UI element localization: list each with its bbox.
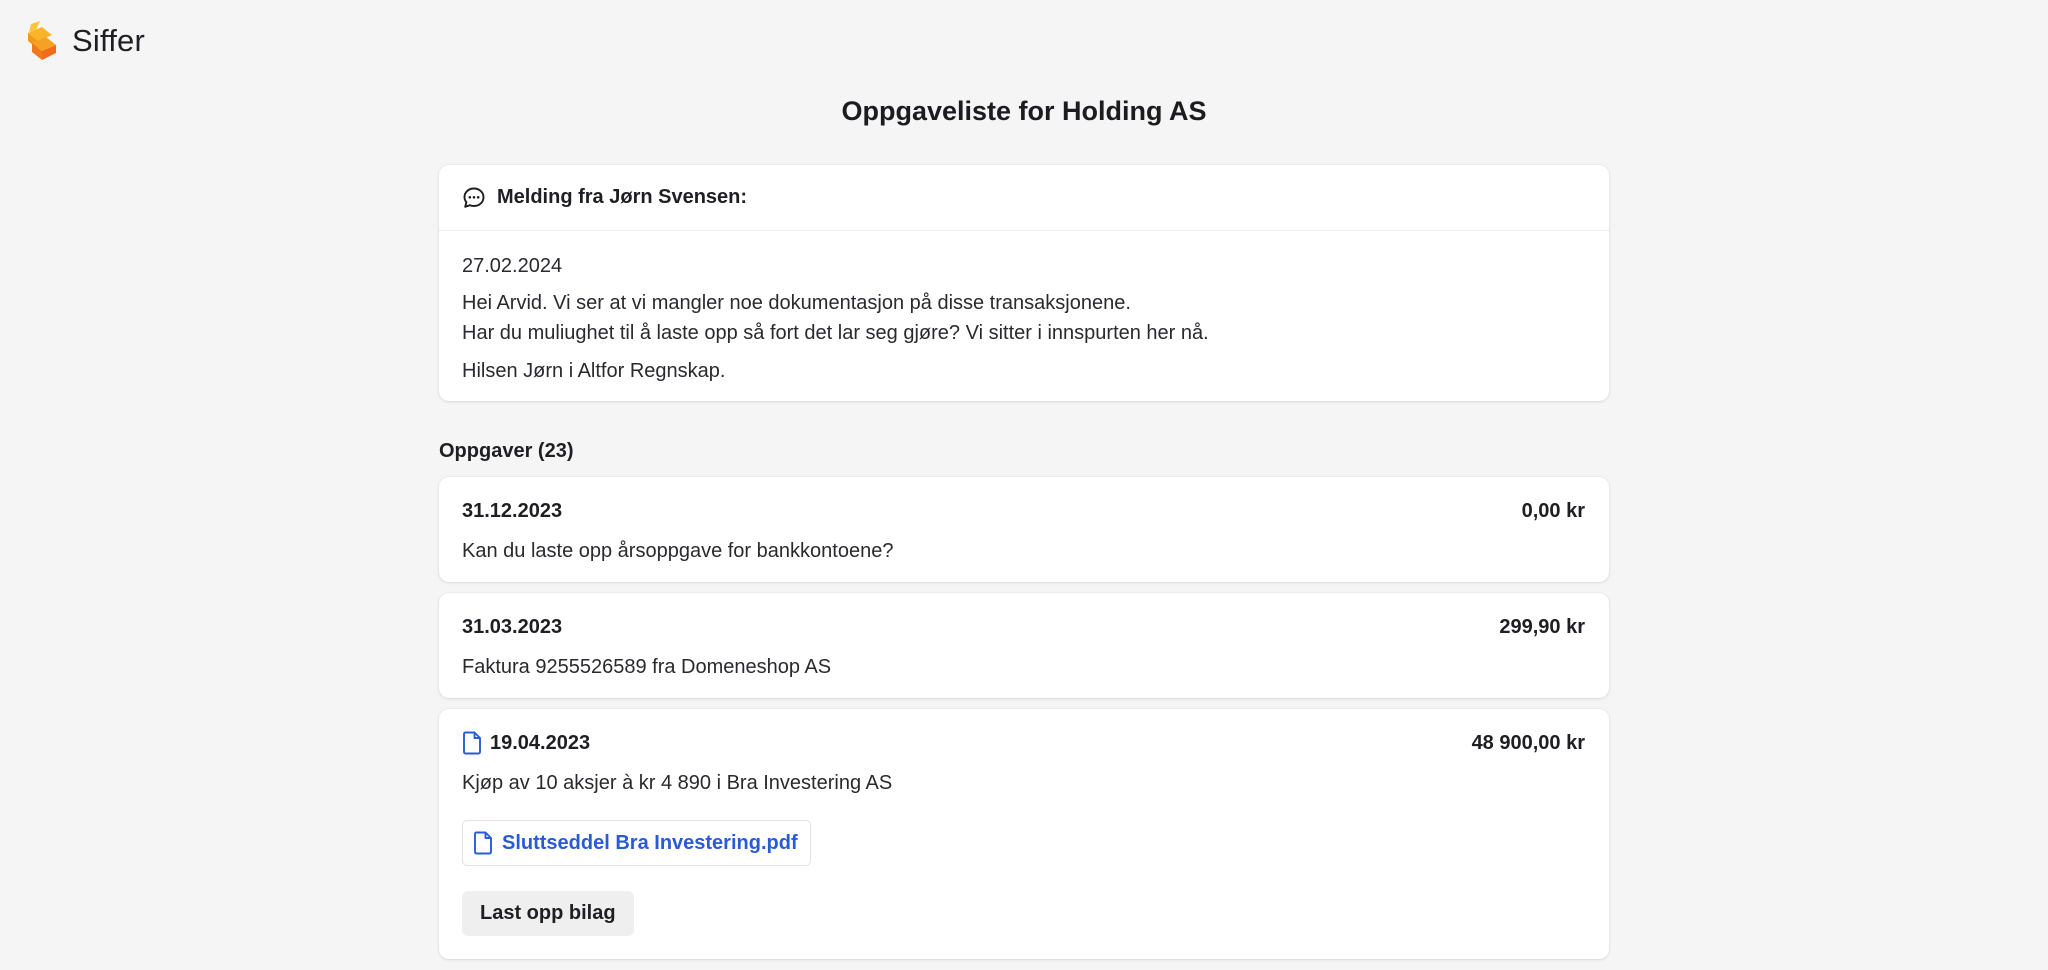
message-line: Har du muliughet til å laste opp så fort… (462, 322, 1209, 344)
document-icon (474, 831, 492, 855)
task-amount: 299,90 kr (1499, 615, 1585, 638)
tasks-heading: Oppgaver (23) (439, 440, 574, 462)
task-description: Kjøp av 10 aksjer à kr 4 890 i Bra Inves… (462, 772, 893, 794)
siffer-logo-icon[interactable] (22, 20, 58, 62)
task-description: Kan du laste opp årsoppgave for bankkont… (462, 540, 894, 562)
document-icon (463, 731, 481, 755)
message-signature: Hilsen Jørn i Altfor Regnskap. (462, 360, 726, 382)
task-card[interactable]: 31.03.2023 299,90 kr Faktura 9255526589 … (439, 593, 1609, 698)
message-line: Hei Arvid. Vi ser at vi mangler noe doku… (462, 292, 1131, 314)
app-header: Siffer (22, 20, 145, 62)
message-header: Melding fra Jørn Svensen: (439, 165, 1609, 231)
task-date-group: 19.04.2023 (462, 731, 590, 755)
attachment-link[interactable]: Sluttseddel Bra Investering.pdf (462, 820, 811, 866)
task-header: 31.12.2023 0,00 kr (462, 499, 1585, 523)
message-body: 27.02.2024 Hei Arvid. Vi ser at vi mangl… (439, 231, 1609, 386)
message-date: 27.02.2024 (462, 255, 563, 277)
task-date: 31.03.2023 (462, 615, 563, 638)
page-title: Oppgaveliste for Holding AS (841, 96, 1207, 126)
task-card[interactable]: 19.04.2023 48 900,00 kr Kjøp av 10 aksje… (439, 709, 1609, 959)
message-card: Melding fra Jørn Svensen: 27.02.2024 Hei… (439, 165, 1609, 401)
chat-bubble-icon (463, 187, 485, 208)
task-date: 31.12.2023 (462, 499, 563, 522)
task-amount: 0,00 kr (1521, 499, 1585, 522)
tasks-list: 31.12.2023 0,00 kr Kan du laste opp årso… (439, 477, 1609, 959)
upload-attachment-button[interactable]: Last opp bilag (462, 891, 634, 936)
task-date: 19.04.2023 (490, 731, 591, 754)
message-title: Melding fra Jørn Svensen: (497, 186, 748, 208)
task-card[interactable]: 31.12.2023 0,00 kr Kan du laste opp årso… (439, 477, 1609, 582)
main-content: Melding fra Jørn Svensen: 27.02.2024 Hei… (439, 165, 1609, 970)
task-description: Faktura 9255526589 fra Domeneshop AS (462, 656, 832, 678)
attachment-name[interactable]: Sluttseddel Bra Investering.pdf (502, 832, 798, 855)
task-header: 19.04.2023 48 900,00 kr (462, 731, 1585, 755)
task-header: 31.03.2023 299,90 kr (462, 615, 1585, 639)
app-name: Siffer (72, 23, 145, 58)
task-amount: 48 900,00 kr (1471, 731, 1585, 754)
